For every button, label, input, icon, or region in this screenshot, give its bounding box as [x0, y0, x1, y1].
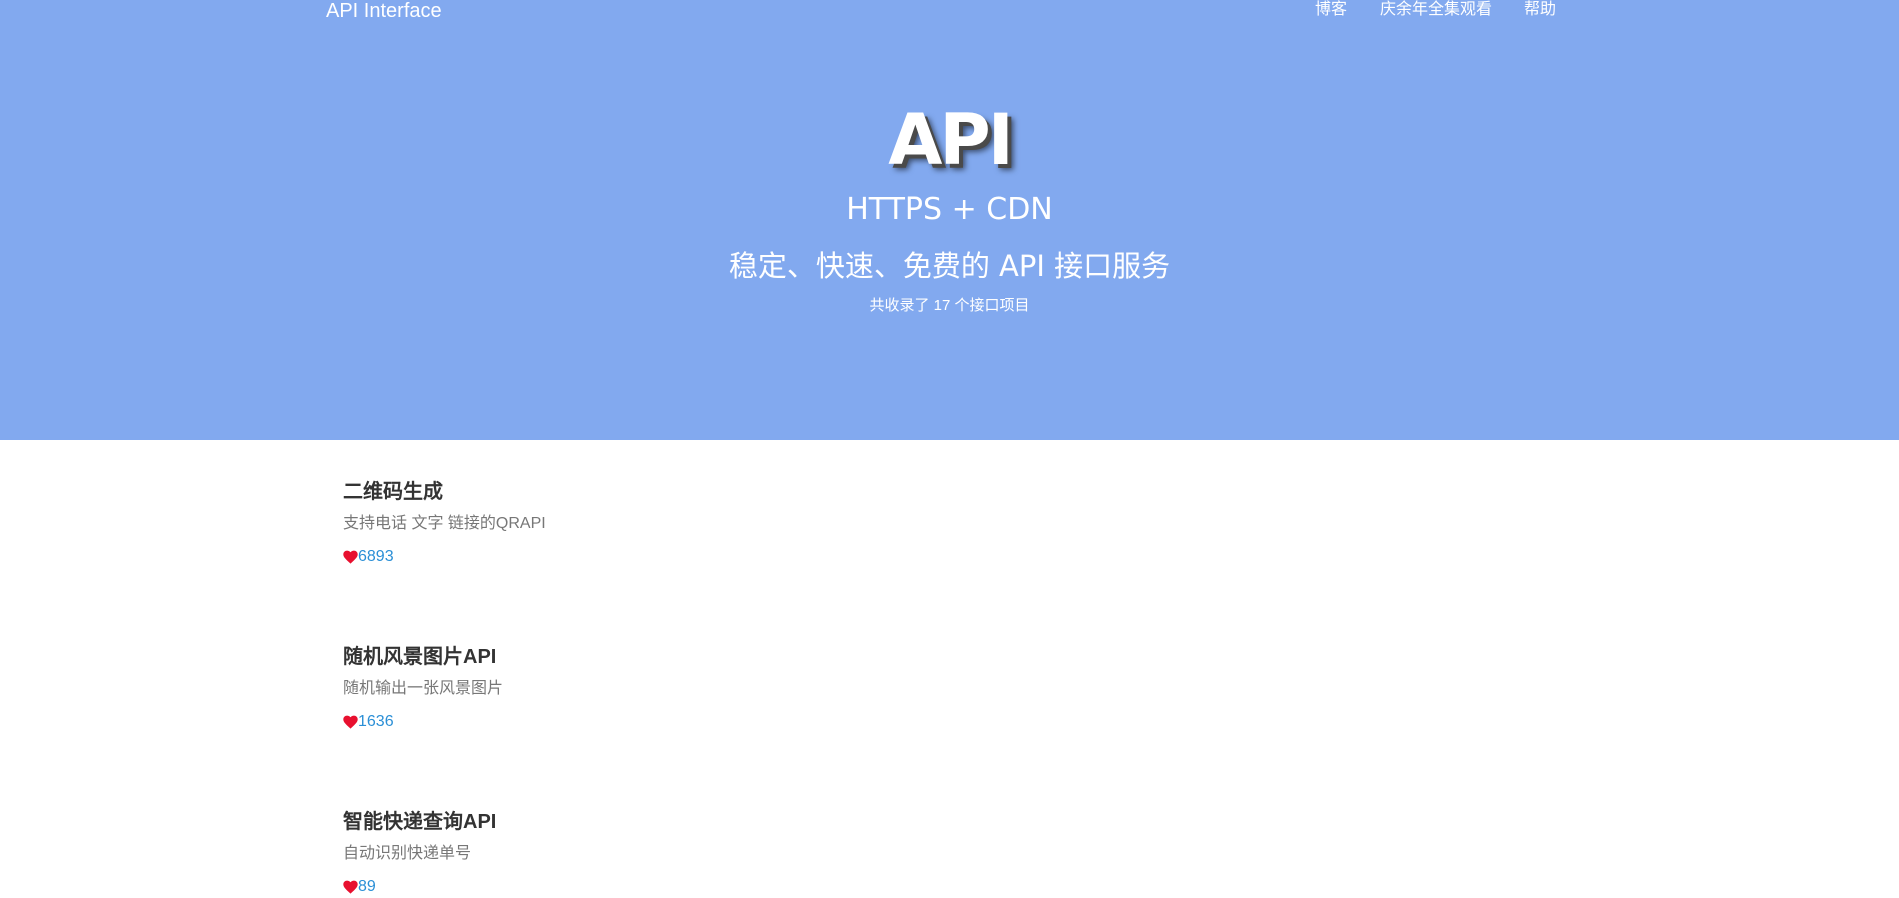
heart-icon [343, 880, 358, 894]
like-button[interactable]: 6893 [343, 546, 394, 568]
hero-banner: API Interface 博客 庆余年全集观看 帮助 API HTTPS + … [0, 0, 1899, 440]
like-button[interactable]: 89 [343, 876, 376, 898]
api-name-link[interactable]: 二维码生成 [343, 478, 443, 506]
api-name-link[interactable]: 随机风景图片API [343, 643, 496, 671]
like-count: 89 [358, 878, 376, 895]
api-description: 随机输出一张风景图片 [343, 680, 504, 697]
list-item: 二维码生成 支持电话 文字 链接的QRAPI 6893 [343, 440, 1143, 565]
api-description: 自动识别快递单号 [343, 845, 472, 862]
nav-link-watch[interactable]: 庆余年全集观看 [1380, 0, 1492, 20]
heart-icon [343, 715, 358, 729]
list-item: 随机风景图片API 随机输出一张风景图片 1636 [343, 605, 1143, 730]
hero-title: API [888, 99, 1014, 181]
api-count-text: 共收录了 17 个接口项目 [869, 297, 1030, 314]
hero-description: 稳定、快速、免费的 API 接口服务 [728, 249, 1171, 283]
navbar: API Interface 博客 庆余年全集观看 帮助 [0, 0, 1899, 24]
like-count: 6893 [358, 548, 394, 565]
hero-subtitle: HTTPS + CDN [846, 192, 1053, 227]
nav-link-help[interactable]: 帮助 [1524, 0, 1556, 20]
heart-icon [343, 550, 358, 564]
like-count: 1636 [358, 713, 394, 730]
api-description: 支持电话 文字 链接的QRAPI [343, 515, 546, 532]
list-item: 智能快递查询API 自动识别快递单号 89 [343, 770, 1143, 895]
brand-link[interactable]: API Interface [326, 0, 442, 22]
nav-link-blog[interactable]: 博客 [1315, 0, 1347, 20]
like-button[interactable]: 1636 [343, 711, 394, 733]
api-name-link[interactable]: 智能快递查询API [343, 808, 496, 836]
